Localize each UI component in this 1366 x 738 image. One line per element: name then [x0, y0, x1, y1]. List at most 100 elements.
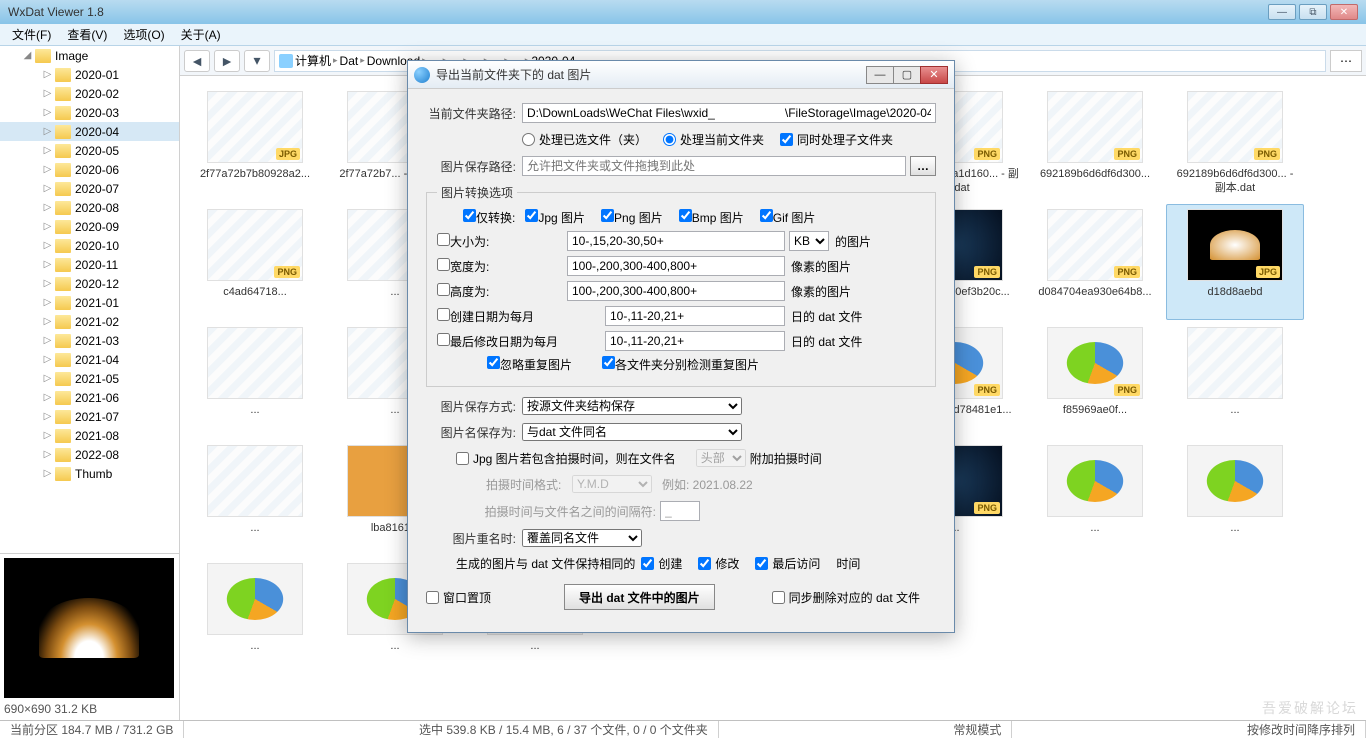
create-date-input[interactable]: [605, 306, 785, 326]
tree-item-2021-06[interactable]: ▷2021-06: [0, 388, 179, 407]
file-item[interactable]: ...: [1026, 440, 1164, 556]
tree-item-2021-05[interactable]: ▷2021-05: [0, 369, 179, 388]
browse-save-path-button[interactable]: …: [910, 156, 936, 176]
height-input[interactable]: [567, 281, 785, 301]
maximize-button[interactable]: ⧉: [1299, 4, 1327, 20]
menu-options[interactable]: 选项(O): [115, 24, 172, 45]
file-name: ...: [1230, 521, 1239, 535]
sync-delete-checkbox[interactable]: 同步删除对应的 dat 文件: [772, 589, 920, 606]
convert-options-fieldset: 图片转换选项 仅转换: Jpg 图片 Png 图片 Bmp 图片 Gif 图片 …: [426, 184, 936, 387]
nav-forward-button[interactable]: ►: [214, 50, 240, 72]
modify-date-input[interactable]: [605, 331, 785, 351]
size-input[interactable]: [567, 231, 785, 251]
file-item[interactable]: ...: [186, 322, 324, 438]
menu-about[interactable]: 关于(A): [173, 24, 229, 45]
file-name: d18d8aebd: [1207, 285, 1262, 299]
tree-item-2020-05[interactable]: ▷2020-05: [0, 141, 179, 160]
menu-file[interactable]: 文件(F): [4, 24, 59, 45]
ignore-dup-checkbox[interactable]: 忽略重复图片: [487, 356, 572, 373]
name-mode-select[interactable]: 与dat 文件同名: [522, 423, 742, 441]
rename-select[interactable]: 覆盖同名文件: [522, 529, 642, 547]
modify-date-checkbox[interactable]: 最后修改日期为每月: [437, 333, 605, 350]
dialog-close-button[interactable]: ✕: [920, 66, 948, 84]
width-input[interactable]: [567, 256, 785, 276]
file-name: ...: [1230, 403, 1239, 417]
folder-tree: ◢Image▷2020-01▷2020-02▷2020-03▷2020-04▷2…: [0, 46, 180, 720]
file-item[interactable]: ...: [186, 440, 324, 556]
process-subfolders-checkbox[interactable]: 同时处理子文件夹: [780, 131, 893, 148]
time-format-select: Y.M.D: [572, 475, 652, 493]
create-date-checkbox[interactable]: 创建日期为每月: [437, 308, 605, 325]
dialog-maximize-button[interactable]: ▢: [893, 66, 921, 84]
file-item[interactable]: PNG692189b6d6df6d300...: [1026, 86, 1164, 202]
status-sort: 按修改时间降序排列: [1237, 721, 1366, 738]
export-button[interactable]: 导出 dat 文件中的图片: [564, 584, 715, 610]
tree-item-2021-02[interactable]: ▷2021-02: [0, 312, 179, 331]
tree-item-2020-11[interactable]: ▷2020-11: [0, 255, 179, 274]
gif-checkbox[interactable]: Gif 图片: [760, 209, 816, 226]
bmp-checkbox[interactable]: Bmp 图片: [679, 209, 744, 226]
tree-item-2020-08[interactable]: ▷2020-08: [0, 198, 179, 217]
app-title: WxDat Viewer 1.8: [8, 5, 1268, 19]
tree-item-2021-01[interactable]: ▷2021-01: [0, 293, 179, 312]
size-checkbox[interactable]: 大小为:: [437, 233, 567, 250]
file-name: ...: [250, 403, 259, 417]
file-item[interactable]: PNGf85969ae0f...: [1026, 322, 1164, 438]
file-item[interactable]: ...: [1166, 322, 1304, 438]
tree-item-2020-09[interactable]: ▷2020-09: [0, 217, 179, 236]
png-checkbox[interactable]: Png 图片: [601, 209, 663, 226]
tree-item-2021-03[interactable]: ▷2021-03: [0, 331, 179, 350]
tree-item-2020-02[interactable]: ▷2020-02: [0, 84, 179, 103]
file-item[interactable]: JPGd18d8aebd: [1166, 204, 1304, 320]
file-item[interactable]: PNG692189b6d6df6d300... - 副本.dat: [1166, 86, 1304, 202]
dialog-title: 导出当前文件夹下的 dat 图片: [436, 66, 867, 83]
keep-access-checkbox[interactable]: 最后访问: [755, 555, 820, 572]
file-item[interactable]: JPG2f77a72b7b80928a2...: [186, 86, 324, 202]
topmost-checkbox[interactable]: 窗口置顶: [426, 589, 491, 606]
tree-item-2020-07[interactable]: ▷2020-07: [0, 179, 179, 198]
file-name: ...: [250, 639, 259, 653]
path-options-button[interactable]: ⋯: [1330, 50, 1362, 72]
tree-item-2020-12[interactable]: ▷2020-12: [0, 274, 179, 293]
tree-parent-image[interactable]: ◢Image: [0, 46, 179, 65]
per-folder-dup-checkbox[interactable]: 各文件夹分别检测重复图片: [602, 356, 759, 373]
tree-item-2022-08[interactable]: ▷2022-08: [0, 445, 179, 464]
size-unit-select[interactable]: KB: [789, 231, 829, 251]
tree-item-2021-04[interactable]: ▷2021-04: [0, 350, 179, 369]
file-item[interactable]: ...: [1166, 440, 1304, 556]
tree-item-2020-04[interactable]: ▷2020-04: [0, 122, 179, 141]
process-current-radio[interactable]: 处理当前文件夹: [663, 131, 764, 148]
tree-item-2020-06[interactable]: ▷2020-06: [0, 160, 179, 179]
name-mode-label: 图片名保存为:: [426, 424, 516, 441]
jpg-time-checkbox[interactable]: Jpg 图片若包含拍摄时间，则在文件名: [456, 450, 676, 467]
dialog-titlebar[interactable]: 导出当前文件夹下的 dat 图片 — ▢ ✕: [408, 61, 954, 89]
head-tail-select: 头部: [696, 449, 746, 467]
minimize-button[interactable]: —: [1268, 4, 1296, 20]
width-checkbox[interactable]: 宽度为:: [437, 258, 567, 275]
menu-view[interactable]: 查看(V): [59, 24, 115, 45]
save-mode-select[interactable]: 按源文件夹结构保存: [522, 397, 742, 415]
keep-modify-checkbox[interactable]: 修改: [698, 555, 739, 572]
tree-item-2021-07[interactable]: ▷2021-07: [0, 407, 179, 426]
current-path-input[interactable]: [522, 103, 936, 123]
breadcrumb-seg[interactable]: 计算机: [295, 52, 331, 69]
nav-back-button[interactable]: ◄: [184, 50, 210, 72]
keep-create-checkbox[interactable]: 创建: [641, 555, 682, 572]
process-selected-radio[interactable]: 处理已选文件（夹）: [522, 131, 647, 148]
height-checkbox[interactable]: 高度为:: [437, 283, 567, 300]
save-path-input[interactable]: [522, 156, 906, 176]
file-item[interactable]: PNGc4ad64718...: [186, 204, 324, 320]
close-button[interactable]: ✕: [1330, 4, 1358, 20]
jpg-checkbox[interactable]: Jpg 图片: [525, 209, 585, 226]
dialog-minimize-button[interactable]: —: [866, 66, 894, 84]
tree-item-thumb[interactable]: ▷Thumb: [0, 464, 179, 483]
only-convert-checkbox[interactable]: 仅转换:: [463, 209, 515, 226]
tree-item-2020-01[interactable]: ▷2020-01: [0, 65, 179, 84]
tree-item-2021-08[interactable]: ▷2021-08: [0, 426, 179, 445]
breadcrumb-seg[interactable]: Dat: [340, 54, 359, 68]
tree-item-2020-10[interactable]: ▷2020-10: [0, 236, 179, 255]
file-item[interactable]: PNGd084704ea930e64b8...: [1026, 204, 1164, 320]
tree-item-2020-03[interactable]: ▷2020-03: [0, 103, 179, 122]
file-item[interactable]: ...: [186, 558, 324, 674]
nav-history-button[interactable]: ▾: [244, 50, 270, 72]
